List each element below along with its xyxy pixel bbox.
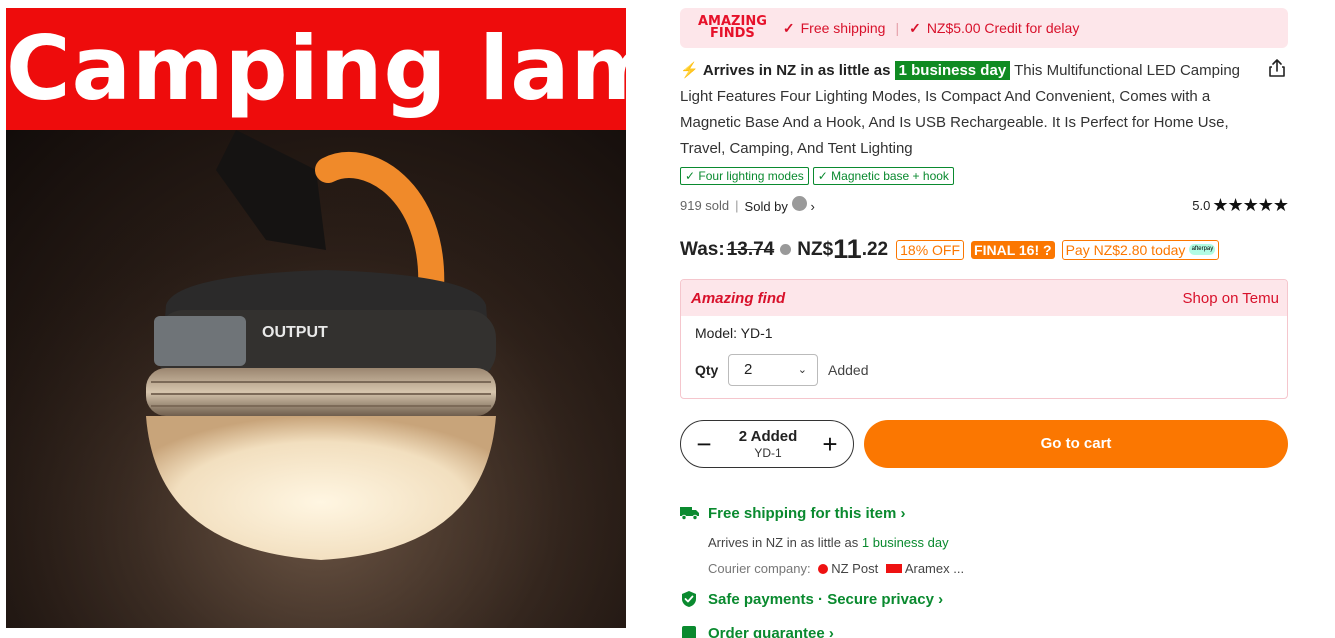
added-count: 2 Added bbox=[738, 428, 798, 445]
decrease-button[interactable]: − bbox=[689, 430, 719, 460]
arrival-line: Arrives in NZ in as little as 1 business… bbox=[708, 535, 949, 550]
selection-header: Amazing find Shop on Temu bbox=[681, 280, 1287, 316]
stepper-value: 2 Added YD-1 bbox=[725, 428, 811, 461]
arrival-highlight: 1 business day bbox=[861, 535, 949, 550]
lamp-illustration: OUTPUT bbox=[6, 130, 626, 628]
amazing-finds-logo: AMAZING FINDS bbox=[698, 14, 767, 41]
courier-line[interactable]: Courier company: NZ Post Aramex ... bbox=[708, 556, 1288, 582]
chevron-right-icon: › bbox=[933, 590, 944, 608]
rating-value: 5.0 bbox=[1192, 198, 1211, 213]
courier-nzpost: NZ Post bbox=[831, 561, 879, 576]
title-row: ⚡ Arrives in NZ in as little as 1 busine… bbox=[680, 58, 1288, 162]
courier-aramex: Aramex bbox=[904, 561, 950, 576]
truck-icon bbox=[680, 507, 699, 520]
divider: | bbox=[735, 197, 739, 213]
safe-payments-link[interactable]: Safe payments · Secure privacy › bbox=[680, 590, 943, 608]
shield-icon bbox=[682, 591, 696, 607]
rating[interactable]: 5.0 ★★★★★ bbox=[1192, 195, 1289, 216]
chevron-right-icon: › bbox=[896, 504, 906, 522]
info-icon[interactable] bbox=[780, 244, 792, 255]
order-guarantee-link[interactable]: Order guarantee › bbox=[680, 624, 834, 638]
free-shipping-link[interactable]: Free shipping for this item › bbox=[680, 502, 1288, 524]
sold-info: 919 sold | Sold by › bbox=[680, 196, 815, 214]
quantity-stepper: − 2 Added YD-1 + bbox=[680, 420, 854, 468]
lightning-icon: ⚡ bbox=[680, 62, 699, 79]
aramex-logo bbox=[885, 564, 902, 573]
final-badge[interactable]: FINAL 16! ? bbox=[971, 240, 1055, 259]
chevron-down-icon: ⌄ bbox=[797, 364, 807, 376]
divider: | bbox=[895, 20, 900, 36]
help-icon: ? bbox=[1043, 241, 1052, 258]
more-couriers: ... bbox=[953, 561, 965, 576]
chevron-right-icon: › bbox=[824, 624, 834, 638]
pay-today-badge[interactable]: Pay NZ$2.80 today afterpay bbox=[1061, 239, 1220, 260]
product-image[interactable]: Camping lamp bbox=[6, 8, 626, 628]
was-label: Was: bbox=[680, 238, 725, 260]
arrives-prefix: Arrives in NZ in as little as bbox=[702, 62, 891, 79]
added-model: YD-1 bbox=[754, 446, 782, 460]
arrives-highlight: 1 business day bbox=[894, 61, 1011, 80]
selection-title: Amazing find bbox=[691, 289, 786, 307]
chevron-right-icon: › bbox=[806, 199, 815, 214]
sold-by-link[interactable]: Sold by › bbox=[745, 196, 815, 214]
qty-label: Qty bbox=[695, 362, 719, 378]
currency: NZ$ bbox=[797, 238, 834, 260]
output-label: OUTPUT bbox=[262, 324, 328, 341]
selection-box: Amazing find Shop on Temu Model: YD-1 Qt… bbox=[680, 279, 1288, 399]
shipping-section: Free shipping for this item › Arrives in… bbox=[680, 502, 1288, 582]
qty-select[interactable]: 2 ⌄ bbox=[728, 354, 818, 386]
feature-tags: ✓ Four lighting modes ✓ Magnetic base + … bbox=[680, 167, 954, 185]
was-price: 13.74 bbox=[726, 238, 775, 260]
price-row: Was: 13.74 NZ$ 11 .22 18% OFF FINAL 16! … bbox=[680, 234, 1226, 265]
amazing-finds-banner[interactable]: AMAZING FINDS ✓ Free shipping | ✓ NZ$5.0… bbox=[680, 8, 1288, 48]
lamp-photo: OUTPUT bbox=[6, 130, 626, 628]
go-to-cart-button[interactable]: Go to cart bbox=[864, 420, 1288, 468]
increase-button[interactable]: + bbox=[815, 430, 845, 460]
price-cents: .22 bbox=[861, 238, 889, 260]
check-icon: ✓ bbox=[782, 19, 795, 36]
discount-badge: 18% OFF bbox=[896, 239, 965, 260]
product-title: ⚡ Arrives in NZ in as little as 1 busine… bbox=[680, 58, 1255, 162]
guarantee-icon bbox=[682, 626, 696, 638]
share-icon[interactable] bbox=[1268, 58, 1286, 78]
product-page: Camping lamp bbox=[0, 0, 1335, 638]
price-whole: 11 bbox=[833, 234, 862, 264]
credit-label: NZ$5.00 Credit for delay bbox=[926, 20, 1080, 36]
nz-post-logo bbox=[818, 564, 829, 574]
afterpay-logo: afterpay bbox=[1189, 244, 1216, 255]
tag-lighting-modes: ✓ Four lighting modes bbox=[680, 167, 809, 185]
seller-avatar bbox=[791, 196, 807, 211]
image-banner-text: Camping lamp bbox=[6, 8, 626, 130]
model-label: Model: YD-1 bbox=[695, 325, 773, 341]
courier-label: Courier company: bbox=[708, 561, 811, 576]
sold-count: 919 sold bbox=[680, 197, 730, 213]
check-icon: ✓ bbox=[909, 19, 921, 36]
added-label: Added bbox=[828, 362, 869, 378]
tag-magnetic-base: ✓ Magnetic base + hook bbox=[812, 167, 954, 185]
star-icons: ★★★★★ bbox=[1212, 195, 1289, 215]
shop-link[interactable]: Shop on Temu bbox=[1183, 290, 1279, 307]
free-shipping-label: Free shipping bbox=[800, 20, 886, 36]
